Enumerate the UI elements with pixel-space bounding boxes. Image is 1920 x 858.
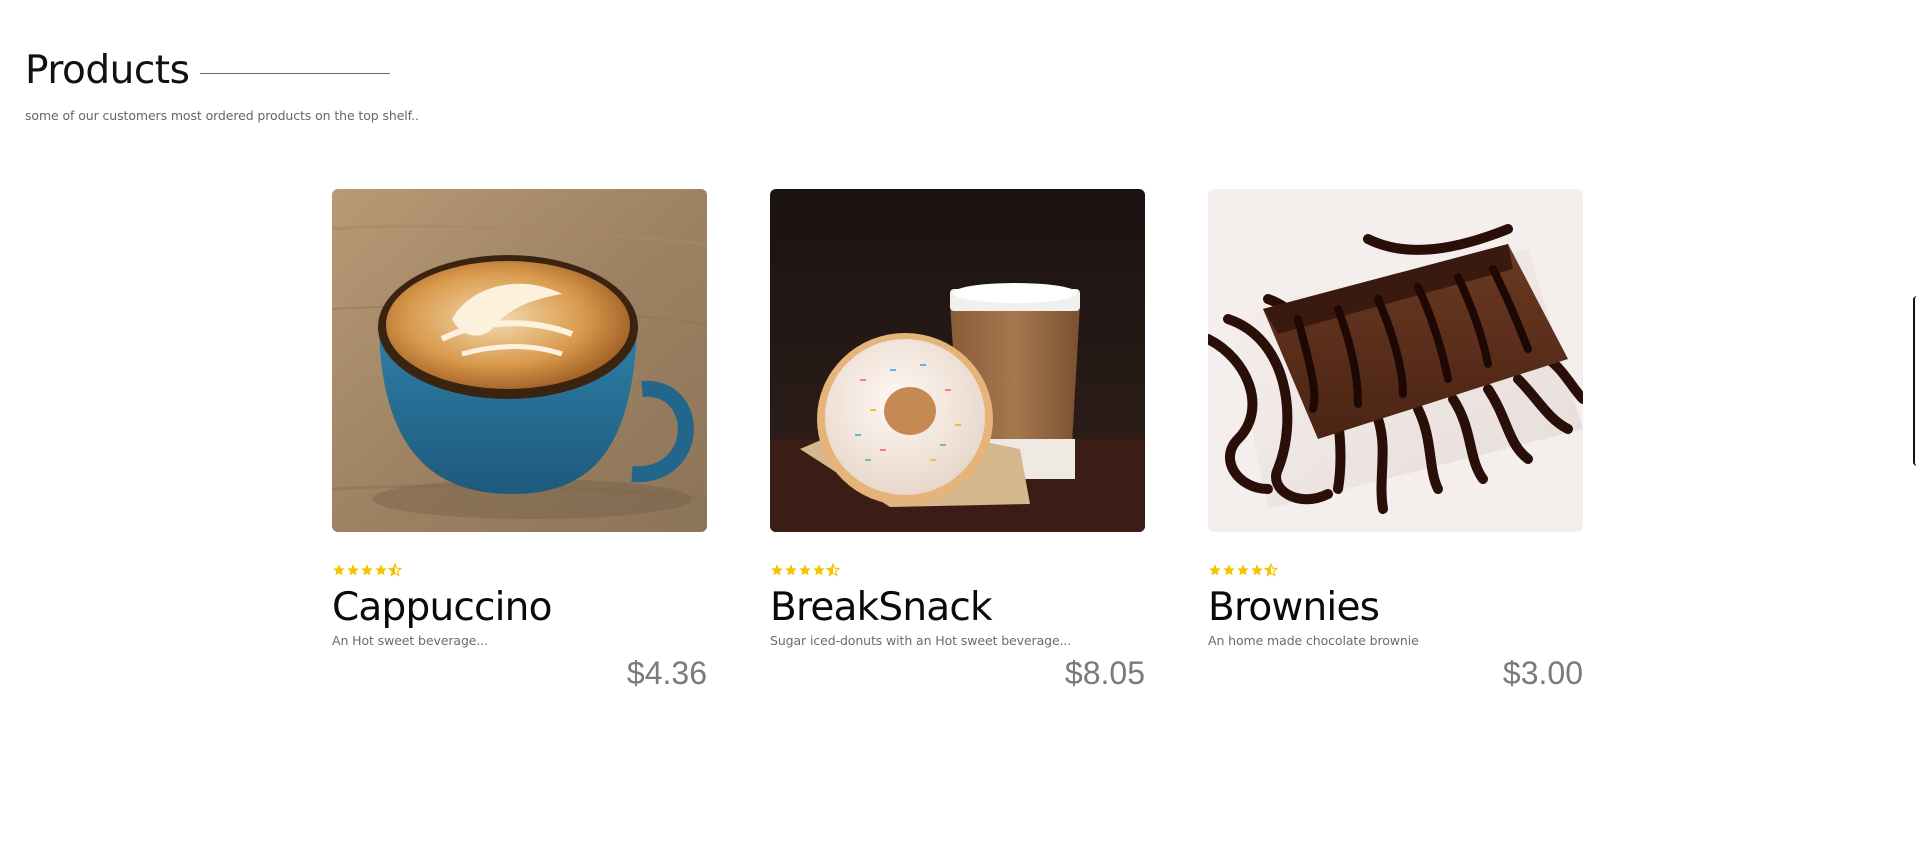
half-star-icon [826, 563, 840, 577]
star-icon [771, 564, 783, 576]
product-card-cappuccino[interactable]: Cappuccino An Hot sweet beverage... $4.3… [332, 189, 707, 691]
star-icon [347, 564, 359, 576]
product-price: $8.05 [1064, 655, 1145, 691]
product-description: An Hot sweet beverage... [332, 633, 489, 648]
donut-and-coffee-cup-icon[interactable] [770, 189, 1145, 532]
product-card-breaksnack[interactable]: BreakSnack Sugar iced-donuts with an Hot… [770, 189, 1145, 691]
page-title: Products [25, 48, 190, 93]
page-subtitle: some of our customers most ordered produ… [25, 108, 419, 123]
star-icon [1223, 564, 1235, 576]
star-icon [333, 564, 345, 576]
star-icon [361, 564, 373, 576]
half-star-icon [388, 563, 402, 577]
scrollbar-track[interactable] [1913, 0, 1920, 858]
star-icon [813, 564, 825, 576]
product-card-brownies[interactable]: Brownies An home made chocolate brownie … [1208, 189, 1583, 691]
product-name[interactable]: Cappuccino [332, 584, 707, 632]
star-rating [332, 562, 707, 578]
star-icon [1251, 564, 1263, 576]
star-icon [799, 564, 811, 576]
product-name[interactable]: BreakSnack [770, 584, 1145, 632]
half-star-icon [1264, 563, 1278, 577]
star-icon [375, 564, 387, 576]
scrollbar-thumb[interactable] [1913, 296, 1920, 466]
star-rating [1208, 562, 1583, 578]
product-price: $3.00 [1502, 655, 1583, 691]
star-rating [770, 562, 1145, 578]
chocolate-brownie-icon[interactable] [1208, 189, 1583, 532]
product-grid: Cappuccino An Hot sweet beverage... $4.3… [332, 189, 1583, 691]
products-header: Products some of our customers most orde… [25, 43, 419, 123]
latte-art-coffee-cup-icon[interactable] [332, 189, 707, 532]
product-price: $4.36 [626, 655, 707, 691]
star-icon [1209, 564, 1221, 576]
product-description: Sugar iced-donuts with an Hot sweet beve… [770, 633, 1072, 648]
star-icon [1237, 564, 1249, 576]
star-icon [785, 564, 797, 576]
product-description: An home made chocolate brownie [1208, 633, 1419, 648]
title-divider [200, 72, 391, 74]
product-name[interactable]: Brownies [1208, 584, 1583, 632]
title-row: Products [25, 43, 419, 99]
